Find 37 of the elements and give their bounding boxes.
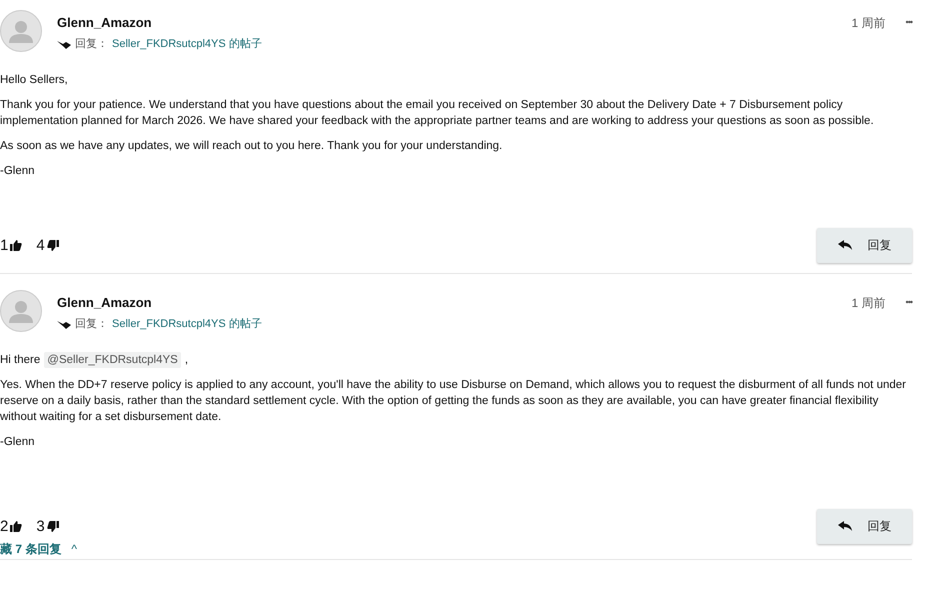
mention-chip[interactable]: @Seller_FKDRsutcpl4YS [44,352,181,368]
more-button[interactable]: ••• [906,297,912,307]
reply-icon [838,240,852,250]
reply-button[interactable]: 回复 [817,508,912,544]
reply-label: 回复： [75,317,108,331]
author-name[interactable]: Glenn_Amazon [57,15,852,30]
reply-to-link[interactable]: Seller_FKDRsutcpl4YS 的帖子 [112,36,262,51]
more-button[interactable]: ••• [906,17,912,27]
reply-to-link[interactable]: Seller_FKDRsutcpl4YS 的帖子 [112,316,262,331]
post-time: 1 周前 [852,15,886,32]
post-paragraph: Thank you for your patience. We understand that you have questions about the email you received on September 30 about the Delivery Date + 7 Disbursement policy implementation planned for March 2026. We have shared your feedback with the appropriate partner teams and are working to address your questions as soon as possible. [0,98,875,129]
post-paragraph: -Glenn [0,435,36,450]
post-paragraph: -Glenn [0,164,36,179]
thumbs-up-icon[interactable] [10,240,22,250]
avatar-icon [0,290,42,332]
post-time: 1 周前 [852,295,886,312]
dislike-count: 3 [36,518,45,534]
avatar-icon [0,10,42,52]
post-paragraph: As soon as we have any updates, we will reach out to you here. Thank you for your understanding. [0,139,504,154]
reply-button[interactable]: 回复 [817,228,912,262]
reply-arrow-icon [57,38,71,48]
reply-arrow-icon [57,318,71,328]
post-paragraph: Yes. When the DD+7 reserve policy is applied to any account, you'll have the ability to use Disburse on Demand, which allows you to request the disburment of all funds not under reserve on a daily basis, rather than the standard settlement cycle. With the option of getting the funds as soon as they are available, you can have greater financial flexibility without waiting for a set disbursement date. [0,378,907,425]
collapse-caret-icon[interactable]: ^ [71,542,77,556]
post-paragraph: Hello Sellers, [0,73,69,88]
reply-icon [838,521,852,531]
reply-label: 回复： [75,37,108,51]
thumbs-down-icon[interactable] [46,240,59,250]
collapse-replies-link[interactable]: 藏 7 条回复 [0,540,62,558]
thumbs-down-icon[interactable] [46,520,59,532]
thumbs-up-icon[interactable] [10,520,22,532]
greeting-comma: , [184,353,188,368]
like-count: 1 [0,236,8,254]
like-count: 2 [0,518,8,534]
dislike-count: 4 [36,236,45,254]
greeting-text: Hi there [0,353,40,368]
author-name[interactable]: Glenn_Amazon [57,295,852,310]
